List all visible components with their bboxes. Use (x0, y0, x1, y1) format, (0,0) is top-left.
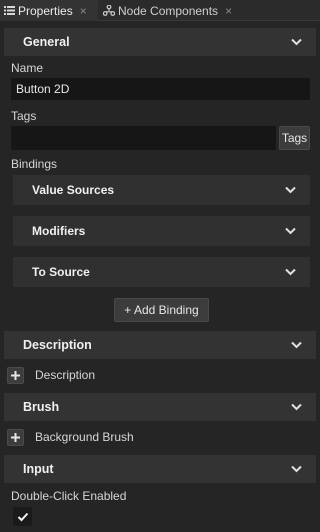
double-click-checkbox[interactable] (13, 507, 32, 526)
binding-group-title: Modifiers (32, 224, 86, 238)
chevron-down-icon[interactable] (291, 403, 302, 411)
plus-icon (11, 371, 20, 380)
section-description-title: Description (23, 338, 92, 352)
tags-label: Tags (11, 109, 37, 123)
chevron-down-icon[interactable] (285, 227, 296, 235)
tab-properties-label: Properties (18, 3, 73, 18)
tab-node-components[interactable]: Node Components × (100, 0, 245, 21)
section-input-title: Input (23, 462, 54, 476)
description-add-label: Description (35, 368, 96, 382)
name-label: Name (11, 61, 44, 75)
section-description-header[interactable]: Description (4, 331, 316, 359)
section-input-header[interactable]: Input (4, 455, 316, 483)
section-brush-header[interactable]: Brush (4, 393, 316, 421)
plus-icon (11, 433, 20, 442)
section-brush-title: Brush (23, 400, 60, 414)
node-icon (100, 5, 118, 16)
add-background-brush-button[interactable] (7, 429, 24, 446)
tags-field[interactable] (11, 126, 276, 150)
section-general-header[interactable]: General (4, 28, 316, 56)
bindings-label: Bindings (11, 157, 58, 171)
name-field[interactable]: Button 2D (11, 78, 310, 100)
binding-group-to-source[interactable]: To Source (13, 257, 310, 287)
chevron-down-icon[interactable] (291, 341, 302, 349)
tags-button[interactable]: Tags (279, 126, 310, 150)
tab-node-components-label: Node Components (118, 3, 219, 18)
chevron-down-icon[interactable] (291, 465, 302, 473)
chevron-down-icon[interactable] (291, 38, 302, 46)
close-icon[interactable]: × (80, 4, 87, 18)
binding-group-title: To Source (32, 265, 90, 279)
binding-group-value-sources[interactable]: Value Sources (13, 175, 310, 205)
section-general-title: General (23, 35, 70, 49)
tab-strip: Properties × Node Components × (0, 0, 320, 21)
add-description-button[interactable] (7, 367, 24, 384)
list-icon (0, 6, 18, 15)
binding-group-modifiers[interactable]: Modifiers (13, 216, 310, 246)
double-click-label: Double-Click Enabled (11, 489, 127, 503)
chevron-down-icon[interactable] (285, 186, 296, 194)
background-brush-label: Background Brush (35, 430, 134, 444)
add-binding-button[interactable]: + Add Binding (114, 298, 209, 322)
close-icon[interactable]: × (225, 4, 232, 18)
binding-group-title: Value Sources (32, 183, 115, 197)
tab-properties[interactable]: Properties × (0, 0, 98, 21)
name-value: Button 2D (16, 82, 70, 96)
chevron-down-icon[interactable] (285, 268, 296, 276)
checkmark-icon (17, 512, 28, 521)
